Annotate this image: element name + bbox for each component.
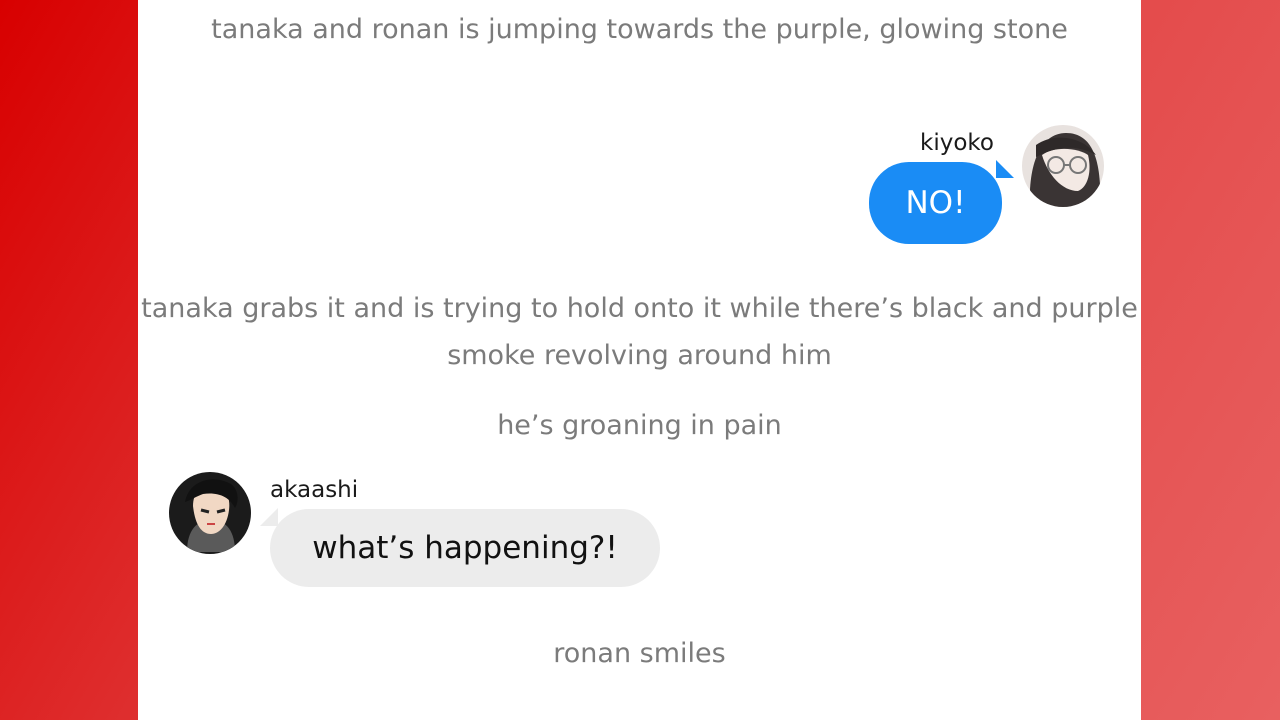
narration-text: he’s groaning in pain (497, 410, 782, 441)
narration-text: tanaka and ronan is jumping towards the … (211, 14, 1068, 45)
kiyoko-avatar-icon (1022, 125, 1104, 207)
chat-panel: tanaka and ronan is jumping towards the … (138, 0, 1141, 720)
message-bubble-kiyoko[interactable]: NO! (869, 162, 1002, 244)
kiyoko-avatar[interactable] (1022, 125, 1104, 207)
akaashi-avatar-icon (169, 472, 251, 554)
sender-name-akaashi: akaashi (270, 477, 359, 503)
akaashi-avatar[interactable] (169, 472, 251, 554)
message-text: what’s happening?! (312, 530, 618, 566)
bubble-tail (996, 160, 1014, 178)
bubble-tail (260, 508, 278, 526)
sender-name-kiyoko: kiyoko (920, 130, 994, 156)
narration-text: tanaka grabs it and is trying to hold on… (141, 293, 1138, 371)
message-text: NO! (905, 185, 966, 221)
message-bubble-akaashi[interactable]: what’s happening?! (270, 509, 660, 587)
narration-text: ronan smiles (553, 638, 726, 669)
